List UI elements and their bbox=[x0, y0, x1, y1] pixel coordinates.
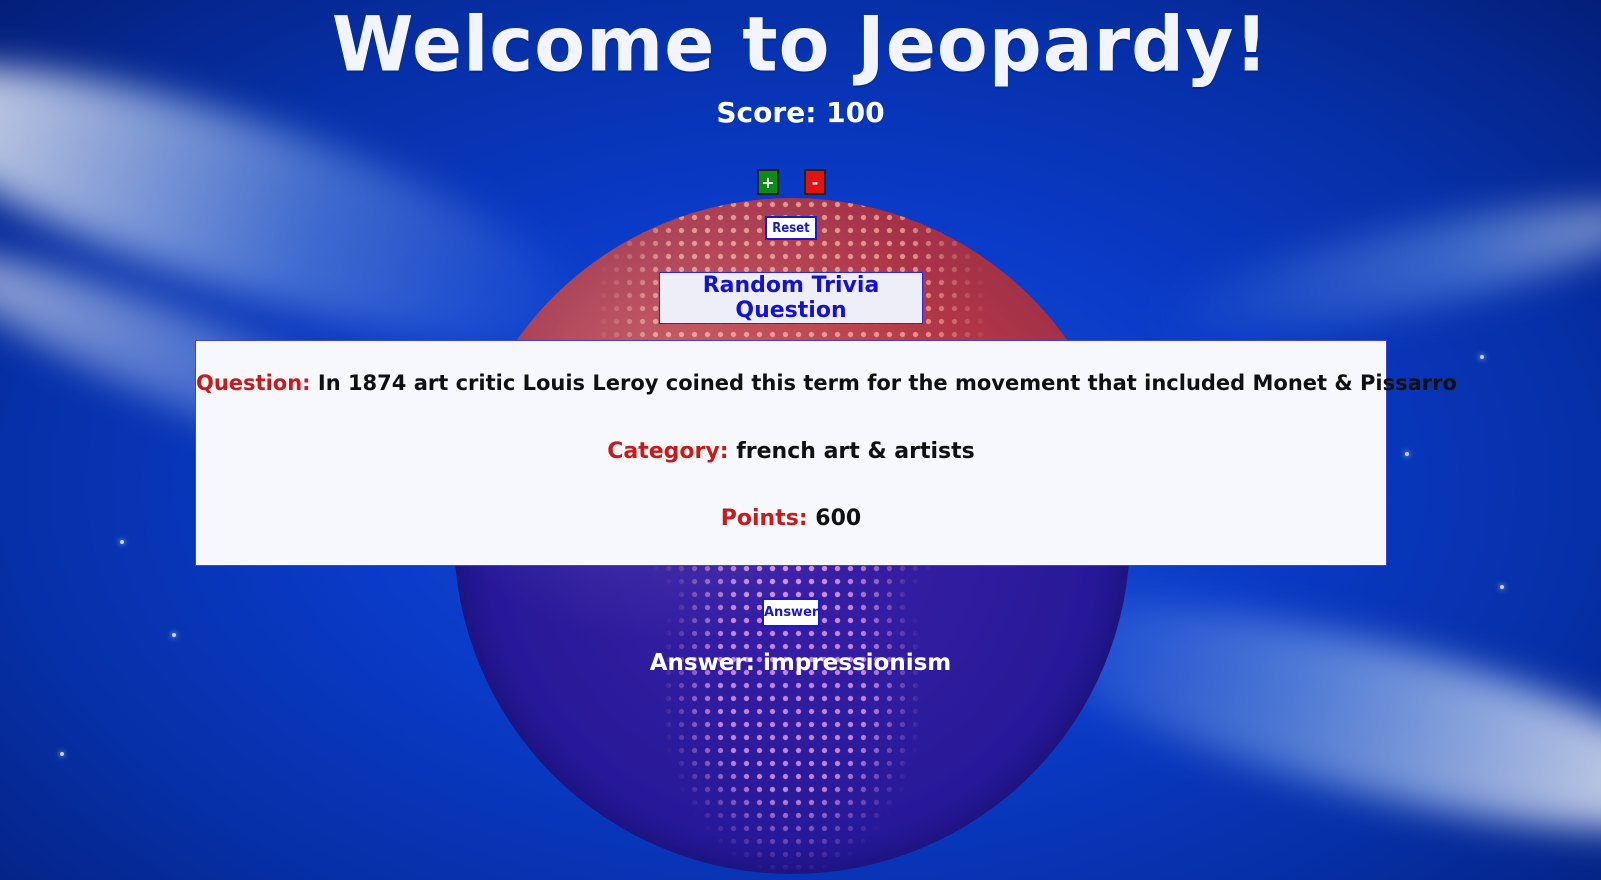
reset-button[interactable]: Reset bbox=[765, 216, 817, 240]
question-row: Question: In 1874 art critic Louis Leroy… bbox=[196, 371, 1457, 395]
category-text: french art & artists bbox=[736, 439, 975, 464]
question-text: In 1874 art critic Louis Leroy coined th… bbox=[317, 371, 1457, 395]
score-display: Score: 100 bbox=[716, 96, 885, 129]
main-content: Welcome to Jeopardy! Score: 100 + - Rese… bbox=[0, 0, 1601, 880]
question-card: Question: In 1874 art critic Louis Leroy… bbox=[195, 340, 1457, 566]
increase-score-button[interactable]: + bbox=[757, 169, 779, 195]
category-row: Category: french art & artists bbox=[196, 439, 1386, 464]
category-label: Category: bbox=[607, 439, 737, 464]
answer-text: Answer: impressionism bbox=[649, 650, 952, 676]
decrease-score-button[interactable]: - bbox=[804, 169, 826, 195]
page-title: Welcome to Jeopardy! bbox=[331, 1, 1270, 89]
question-label: Question: bbox=[196, 371, 318, 395]
random-question-button[interactable]: Random Trivia Question bbox=[659, 272, 923, 324]
answer-button[interactable]: Answer bbox=[762, 598, 820, 627]
points-value: 600 bbox=[815, 506, 862, 531]
points-label: Points: bbox=[720, 506, 816, 531]
points-row: Points: 600 bbox=[196, 506, 1386, 531]
